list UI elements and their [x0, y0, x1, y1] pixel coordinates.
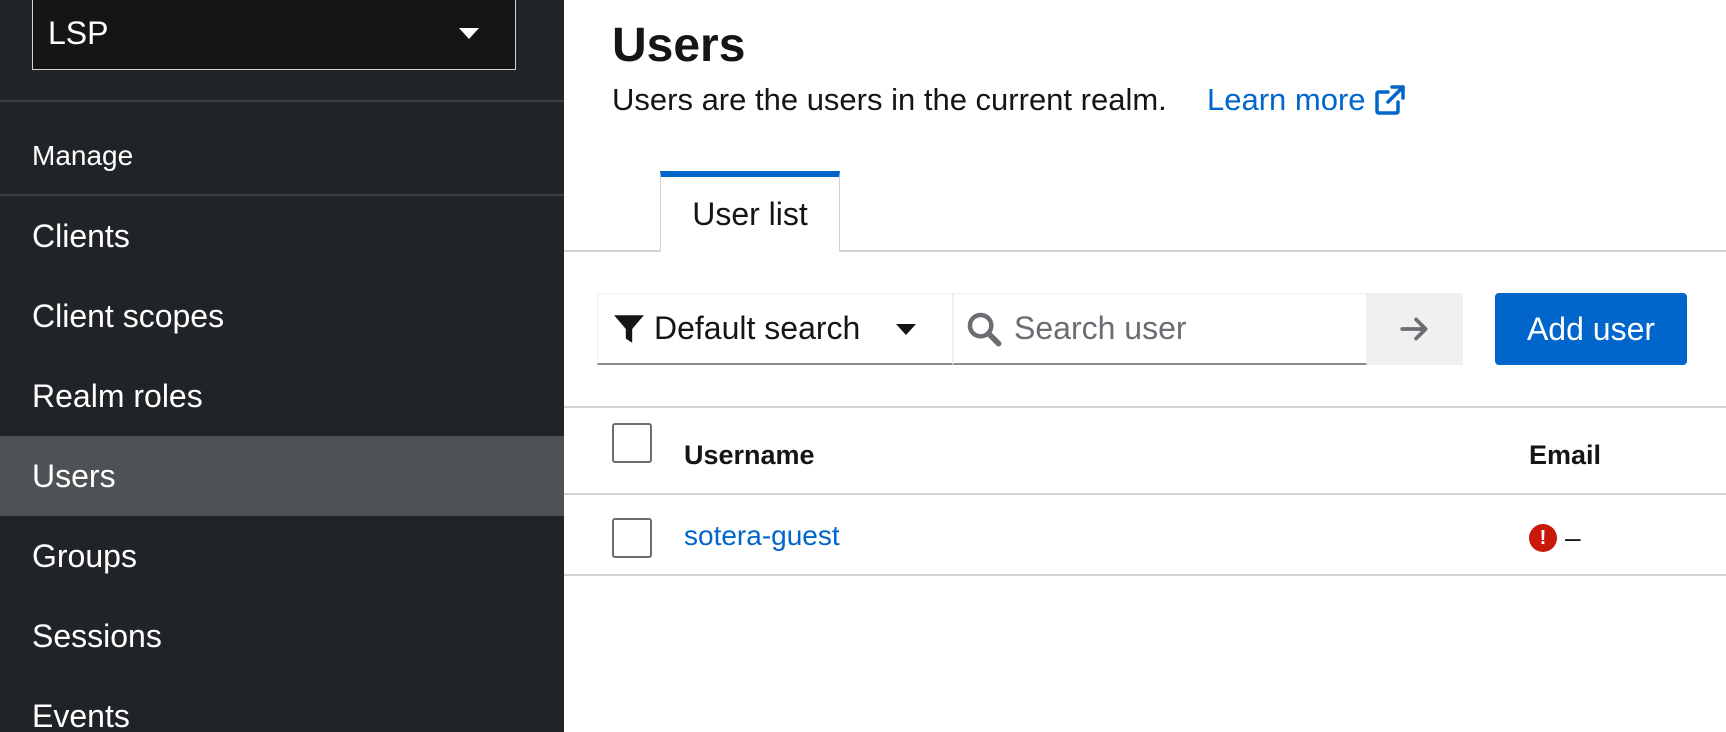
learn-more-label: Learn more — [1207, 82, 1366, 117]
sidebar-item-events[interactable]: Events — [0, 676, 564, 732]
sidebar-divider — [0, 100, 564, 102]
arrow-right-icon — [1400, 317, 1428, 341]
row-select-checkbox[interactable] — [612, 518, 652, 558]
sidebar-item-label: Users — [32, 457, 116, 494]
table-header-border — [564, 493, 1726, 495]
search-type-value: Default search — [654, 310, 861, 346]
table-top-border — [564, 406, 1726, 408]
sidebar-item-realm-roles[interactable]: Realm roles — [0, 356, 564, 436]
email-value: – — [1565, 522, 1581, 553]
table-row-border — [564, 574, 1726, 576]
sidebar-item-groups[interactable]: Groups — [0, 516, 564, 596]
page-title: Users — [612, 19, 746, 72]
column-header-username: Username — [684, 440, 815, 470]
search-submit-button[interactable] — [1367, 293, 1463, 365]
exclamation-circle-icon: ! — [1529, 524, 1557, 552]
page-description: Users are the users in the current realm… — [612, 82, 1167, 117]
tab-label: User list — [692, 196, 808, 232]
caret-down-icon — [459, 28, 479, 39]
filter-icon — [614, 314, 644, 343]
select-all-checkbox[interactable] — [612, 423, 652, 463]
email-cell: ! – — [1529, 522, 1581, 554]
learn-more-link[interactable]: Learn more — [1207, 82, 1406, 118]
main-content: Users Users are the users in the current… — [564, 0, 1726, 732]
add-user-button[interactable]: Add user — [1495, 293, 1687, 365]
column-header-email: Email — [1529, 440, 1602, 470]
sidebar-item-sessions[interactable]: Sessions — [0, 596, 564, 676]
tab-user-list[interactable]: User list — [660, 171, 840, 252]
sidebar-item-client-scopes[interactable]: Client scopes — [0, 276, 564, 356]
sidebar-item-label: Clients — [32, 217, 130, 254]
sidebar-item-label: Groups — [32, 537, 137, 574]
search-icon — [967, 312, 1002, 346]
add-user-label: Add user — [1526, 310, 1656, 347]
sidebar: LSP Manage Clients Client scopes Realm r… — [0, 0, 564, 732]
search-user-input[interactable] — [1014, 310, 1354, 347]
sidebar-item-label: Client scopes — [32, 297, 225, 334]
sidebar-item-label: Realm roles — [32, 377, 203, 414]
sidebar-item-clients[interactable]: Clients — [0, 196, 564, 276]
sidebar-item-label: Events — [32, 697, 130, 732]
sidebar-section-manage: Manage — [32, 140, 134, 171]
caret-down-icon — [896, 324, 916, 335]
username-link[interactable]: sotera-guest — [684, 520, 840, 552]
sidebar-item-label: Sessions — [32, 617, 162, 654]
sidebar-item-users[interactable]: Users — [0, 436, 564, 516]
search-box — [953, 293, 1367, 365]
external-link-icon — [1374, 85, 1405, 115]
realm-selector-value: LSP — [48, 15, 109, 51]
realm-selector[interactable]: LSP — [32, 0, 516, 70]
search-type-select[interactable]: Default search — [597, 293, 953, 365]
